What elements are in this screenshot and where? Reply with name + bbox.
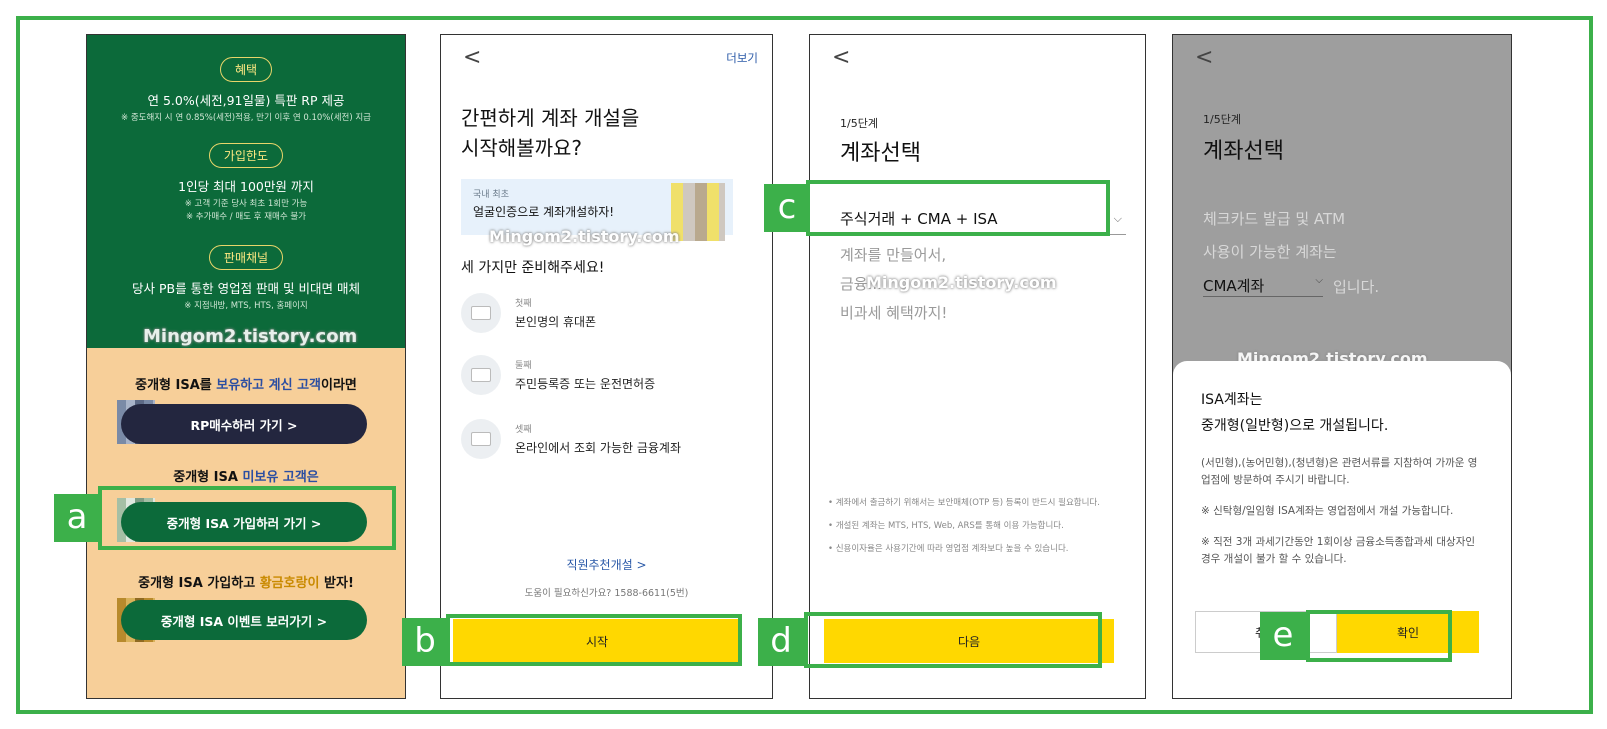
more-link[interactable]: 더보기 bbox=[726, 50, 758, 66]
benefit-pill: 혜택 bbox=[219, 57, 273, 82]
marker-d: d bbox=[758, 618, 804, 666]
panel-account-select: < 1/5단계 계좌선택 주식거래 + CMA + ISA ⌵ 계좌를 만들어서… bbox=[809, 34, 1146, 699]
event-headline: 중개형 ISA 가입하고 황금호랑이 받자! bbox=[138, 576, 354, 591]
highlight-e bbox=[1306, 610, 1452, 662]
panel-isa-dialog: < 1/5단계 계좌선택 체크카드 발급 및 ATM 사용이 가능한 계좌는 C… bbox=[1172, 34, 1512, 699]
highlight-d bbox=[804, 612, 1102, 668]
limit-pill: 가입한도 bbox=[208, 143, 284, 168]
chevron-down-icon: ⌵ bbox=[1113, 211, 1122, 225]
referral-link[interactable]: 직원추천개설 > bbox=[441, 556, 772, 573]
requirement-item: 셋째 온라인에서 조회 가능한 금융계좌 bbox=[461, 419, 681, 459]
benefit-main: 연 5.0%(세전,91일물) 특판 RP 제공 bbox=[147, 93, 345, 108]
promo-info-section: 혜택 연 5.0%(세전,91일물) 특판 RP 제공 ※ 중도해지 시 연 0… bbox=[87, 35, 405, 348]
prepare-subtitle: 세 가지만 준비해주세요! bbox=[461, 260, 605, 276]
rp-buy-button[interactable]: RP매수하러 가기 > bbox=[121, 404, 367, 444]
nonholder-headline: 중개형 ISA 미보유 고객은 bbox=[173, 470, 319, 485]
marker-c: c bbox=[764, 184, 810, 232]
sheet-body: (서민형),(농어민형),(청년형)은 관련서류를 지참하여 가까운 영업점에 … bbox=[1201, 457, 1478, 565]
highlight-b bbox=[446, 614, 742, 666]
highlight-c bbox=[806, 180, 1110, 236]
dimmed-background: < 1/5단계 계좌선택 체크카드 발급 및 ATM 사용이 가능한 계좌는 C… bbox=[1173, 35, 1511, 375]
notice-item: • 신용이자율은 사용기간에 따라 영업점 계좌보다 높을 수 있습니다. bbox=[828, 544, 1069, 554]
step-indicator: 1/5단계 bbox=[1203, 113, 1241, 126]
requirement-item: 둘째 주민등록증 또는 운전면허증 bbox=[461, 355, 655, 395]
chevron-down-icon: ⌵ bbox=[1315, 275, 1323, 286]
watermark: Mingom2.tistory.com bbox=[489, 227, 680, 246]
isa-event-button[interactable]: 중개형 ISA 이벤트 보러가기 > bbox=[121, 600, 367, 640]
sheet-title: ISA계좌는 중개형(일반형)으로 개설됩니다. bbox=[1201, 392, 1389, 434]
help-text: 도움이 필요하신가요? 1588-6611(5번) bbox=[524, 588, 689, 599]
panel-isa-promo: 혜택 연 5.0%(세전,91일물) 특판 RP 제공 ※ 중도해지 시 연 0… bbox=[86, 34, 406, 699]
panel-account-start: < 더보기 간편하게 계좌 개설을 시작해볼까요? 국내 최초 얼굴인증으로 계… bbox=[440, 34, 773, 699]
page-title: 계좌선택 bbox=[1203, 139, 1284, 164]
back-icon[interactable]: < bbox=[832, 45, 850, 70]
watermark: Mingom2.tistory.com bbox=[143, 326, 358, 347]
benefit-note: ※ 중도해지 시 연 0.85%(세전)적용, 만기 이후 연 0.10%(세전… bbox=[121, 113, 371, 123]
page-title: 간편하게 계좌 개설을 시작해볼까요? bbox=[461, 106, 640, 160]
step-indicator: 1/5단계 bbox=[840, 117, 878, 130]
back-icon[interactable]: < bbox=[463, 45, 481, 70]
notice-item: • 계좌에서 출금하기 위해서는 보안매체(OTP 등) 등록이 반드시 필요합… bbox=[828, 498, 1100, 508]
notice-item: • 개설된 계좌는 MTS, HTS, Web, ARS를 통해 이용 가능합니… bbox=[828, 521, 1064, 531]
phone-icon bbox=[461, 293, 501, 333]
channel-pill: 판매채널 bbox=[208, 245, 284, 270]
limit-note-2: ※ 추가매수 / 매도 후 재매수 불가 bbox=[185, 212, 307, 222]
notice-list: • 계좌에서 출금하기 위해서는 보안매체(OTP 등) 등록이 반드시 필요합… bbox=[828, 497, 1132, 566]
channel-main: 당사 PB를 통한 영업점 판매 및 비대면 매체 bbox=[132, 281, 360, 296]
marker-a: a bbox=[54, 494, 100, 542]
account-description: 체크카드 발급 및 ATM 사용이 가능한 계좌는 bbox=[1203, 210, 1346, 261]
marker-b: b bbox=[402, 618, 448, 666]
bank-card-icon bbox=[461, 419, 501, 459]
id-card-icon bbox=[461, 355, 501, 395]
account-row: CMA계좌 ⌵ 입니다. bbox=[1203, 275, 1380, 297]
back-icon[interactable]: < bbox=[1195, 45, 1213, 70]
watermark: Mingom2.tistory.com bbox=[866, 273, 1057, 292]
requirement-item: 첫째 본인명의 휴대폰 bbox=[461, 293, 596, 333]
limit-note-1: ※ 고객 기준 당사 최초 1회만 가능 bbox=[184, 199, 308, 209]
limit-main: 1인당 최대 100만원 까지 bbox=[178, 179, 314, 194]
account-type-select[interactable]: CMA계좌 ⌵ bbox=[1203, 275, 1323, 297]
page-title: 계좌선택 bbox=[840, 141, 921, 166]
channel-note: ※ 지점내방, MTS, HTS, 홈페이지 bbox=[184, 301, 308, 311]
marker-e: e bbox=[1260, 612, 1306, 660]
holder-headline: 중개형 ISA를 보유하고 계신 고객이라면 bbox=[135, 378, 357, 393]
highlight-a bbox=[98, 486, 396, 550]
